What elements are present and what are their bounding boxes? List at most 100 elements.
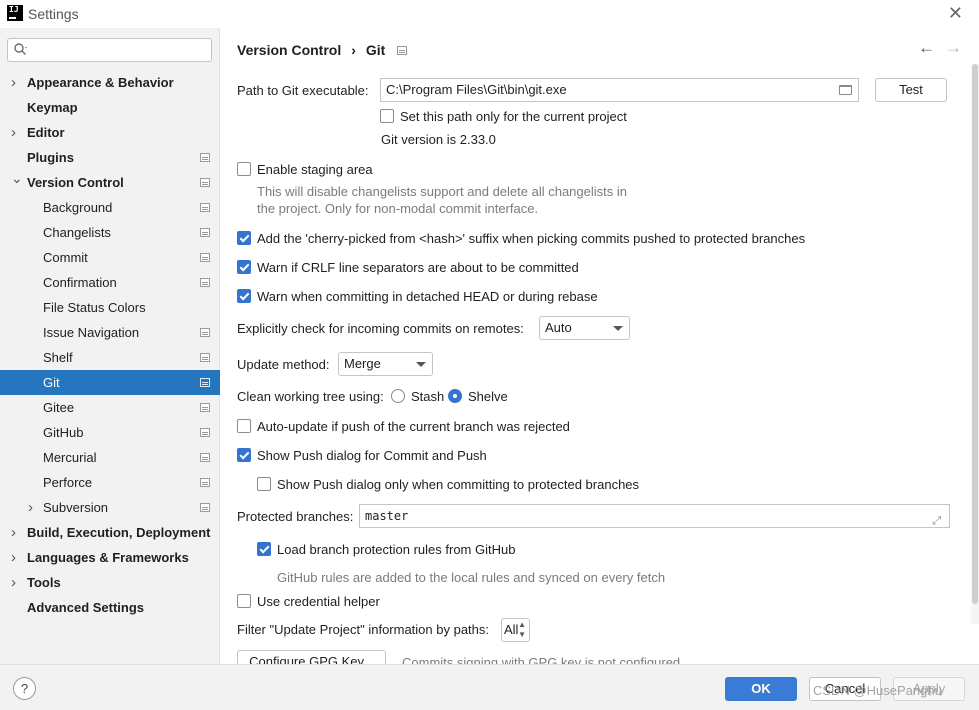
search-box[interactable]: [7, 38, 212, 62]
sidebar-item-changelists[interactable]: Changelists: [0, 220, 220, 245]
sidebar-item-label: Gitee: [43, 400, 75, 415]
path-only-current-label: Set this path only for the current proje…: [400, 109, 627, 124]
auto-update-label: Auto-update if push of the current branc…: [257, 419, 570, 434]
sidebar-item-version-control[interactable]: ⌄ Version Control: [0, 170, 220, 195]
test-button[interactable]: Test: [875, 78, 947, 102]
chevron-right-icon[interactable]: ›: [11, 70, 16, 95]
project-level-icon: [200, 203, 210, 212]
show-push-protected-label: Show Push dialog only when committing to…: [277, 477, 640, 492]
sidebar-item-label: Tools: [27, 575, 61, 590]
configure-gpg-button[interactable]: Configure GPG Key...: [237, 650, 386, 664]
sidebar-item-label: Subversion: [43, 500, 109, 515]
sidebar-item-label: Advanced Settings: [27, 600, 145, 615]
path-only-current-checkbox[interactable]: [380, 109, 394, 123]
ok-button[interactable]: OK: [725, 677, 797, 701]
sidebar-item-git[interactable]: Git: [0, 370, 220, 395]
project-level-icon: [200, 278, 210, 287]
load-protection-rules-checkbox[interactable]: [257, 542, 271, 556]
forward-arrow-icon[interactable]: →: [945, 38, 962, 58]
project-level-icon: [200, 503, 210, 512]
project-level-icon: [200, 428, 210, 437]
sidebar-item-label: File Status Colors: [43, 300, 146, 315]
sidebar-item-background[interactable]: Background: [0, 195, 220, 220]
sidebar-item-keymap[interactable]: Keymap: [0, 95, 220, 120]
chevron-right-icon[interactable]: ›: [11, 520, 16, 545]
project-level-icon: [200, 228, 210, 237]
shelve-label: Shelve: [468, 389, 508, 404]
detached-head-checkbox[interactable]: [237, 289, 251, 303]
detached-head-label: Warn when committing in detached HEAD or…: [257, 289, 598, 304]
scrollbar-thumb[interactable]: [972, 64, 978, 604]
filter-paths-dropdown[interactable]: All ▲ ▼: [501, 618, 530, 642]
back-arrow-icon[interactable]: ←: [918, 38, 935, 58]
git-path-value: C:\Program Files\Git\bin\git.exe: [386, 82, 567, 97]
credential-helper-label: Use credential helper: [257, 594, 380, 609]
sidebar-item-label: Build, Execution, Deployment: [27, 525, 211, 540]
breadcrumb-parent[interactable]: Version Control: [237, 42, 341, 58]
show-push-dialog-checkbox[interactable]: [237, 448, 251, 462]
sidebar-item-shelf[interactable]: Shelf: [0, 345, 220, 370]
git-settings-panel: Version Control › Git ← → Path to Git ex…: [221, 28, 979, 664]
crlf-warning-checkbox[interactable]: [237, 260, 251, 274]
close-icon[interactable]: ✕: [948, 4, 963, 22]
project-level-icon: [200, 153, 210, 162]
sidebar-item-perforce[interactable]: Perforce: [0, 470, 220, 495]
sidebar-item-mercurial[interactable]: Mercurial: [0, 445, 220, 470]
sidebar-item-appearance-behavior[interactable]: › Appearance & Behavior: [0, 70, 220, 95]
update-method-label: Update method:: [237, 357, 330, 372]
update-method-dropdown[interactable]: Merge: [338, 352, 433, 376]
sidebar-item-label: Perforce: [43, 475, 93, 490]
protected-branches-field[interactable]: master ⤢: [359, 504, 950, 528]
chevron-right-icon[interactable]: ›: [11, 545, 16, 570]
updown-icon: ▲ ▼: [518, 620, 526, 639]
app-logo-icon: IJ: [7, 5, 23, 21]
git-path-field[interactable]: C:\Program Files\Git\bin\git.exe: [380, 78, 859, 102]
auto-update-checkbox[interactable]: [237, 419, 251, 433]
sidebar-item-github[interactable]: GitHub: [0, 420, 220, 445]
shelve-radio[interactable]: [448, 389, 462, 403]
staging-area-checkbox[interactable]: [237, 162, 251, 176]
chevron-right-icon[interactable]: ›: [11, 570, 16, 595]
search-input[interactable]: [34, 41, 204, 59]
sidebar-item-confirmation[interactable]: Confirmation: [0, 270, 220, 295]
cherry-pick-suffix-checkbox[interactable]: [237, 231, 251, 245]
show-push-protected-checkbox[interactable]: [257, 477, 271, 491]
sidebar-item-issue-navigation[interactable]: Issue Navigation: [0, 320, 220, 345]
incoming-commits-label: Explicitly check for incoming commits on…: [237, 321, 524, 336]
title-bar: IJ Settings ✕: [0, 0, 979, 28]
show-push-dialog-label: Show Push dialog for Commit and Push: [257, 448, 487, 463]
protected-branches-label: Protected branches:: [237, 509, 354, 524]
breadcrumb-separator: ›: [351, 42, 356, 58]
chevron-right-icon[interactable]: ›: [11, 120, 16, 145]
sidebar-item-build-execution-deployment[interactable]: › Build, Execution, Deployment: [0, 520, 220, 545]
sidebar-item-plugins[interactable]: Plugins: [0, 145, 220, 170]
sidebar-item-languages-frameworks[interactable]: › Languages & Frameworks: [0, 545, 220, 570]
chevron-down-icon: [416, 362, 426, 367]
sidebar-item-label: Shelf: [43, 350, 73, 365]
sidebar-item-label: Appearance & Behavior: [27, 75, 174, 90]
help-button[interactable]: ?: [13, 677, 36, 700]
sidebar-item-gitee[interactable]: Gitee: [0, 395, 220, 420]
breadcrumb: Version Control › Git: [237, 42, 408, 58]
sidebar-item-subversion[interactable]: › Subversion: [0, 495, 220, 520]
sidebar-item-commit[interactable]: Commit: [0, 245, 220, 270]
sidebar-item-file-status-colors[interactable]: File Status Colors: [0, 295, 220, 320]
sidebar-item-tools[interactable]: › Tools: [0, 570, 220, 595]
sidebar-item-label: Languages & Frameworks: [27, 550, 189, 565]
chevron-down-icon[interactable]: ⌄: [11, 166, 23, 191]
stash-radio[interactable]: [391, 389, 405, 403]
vertical-scrollbar[interactable]: [971, 64, 979, 624]
chevron-right-icon[interactable]: ›: [28, 495, 33, 520]
project-level-icon: [397, 45, 408, 55]
settings-sidebar: › Appearance & Behavior Keymap › Editor Plugi…: [0, 28, 220, 664]
incoming-commits-dropdown[interactable]: Auto: [539, 316, 630, 340]
project-level-icon: [200, 253, 210, 262]
credential-helper-checkbox[interactable]: [237, 594, 251, 608]
sidebar-item-editor[interactable]: › Editor: [0, 120, 220, 145]
sidebar-item-advanced-settings[interactable]: Advanced Settings: [0, 595, 220, 620]
load-protection-rules-label: Load branch protection rules from GitHub: [277, 542, 516, 557]
folder-icon[interactable]: [839, 85, 852, 95]
sidebar-item-label: Mercurial: [43, 450, 97, 465]
expand-icon[interactable]: ⤢: [932, 510, 941, 532]
stash-label: Stash: [411, 389, 445, 404]
